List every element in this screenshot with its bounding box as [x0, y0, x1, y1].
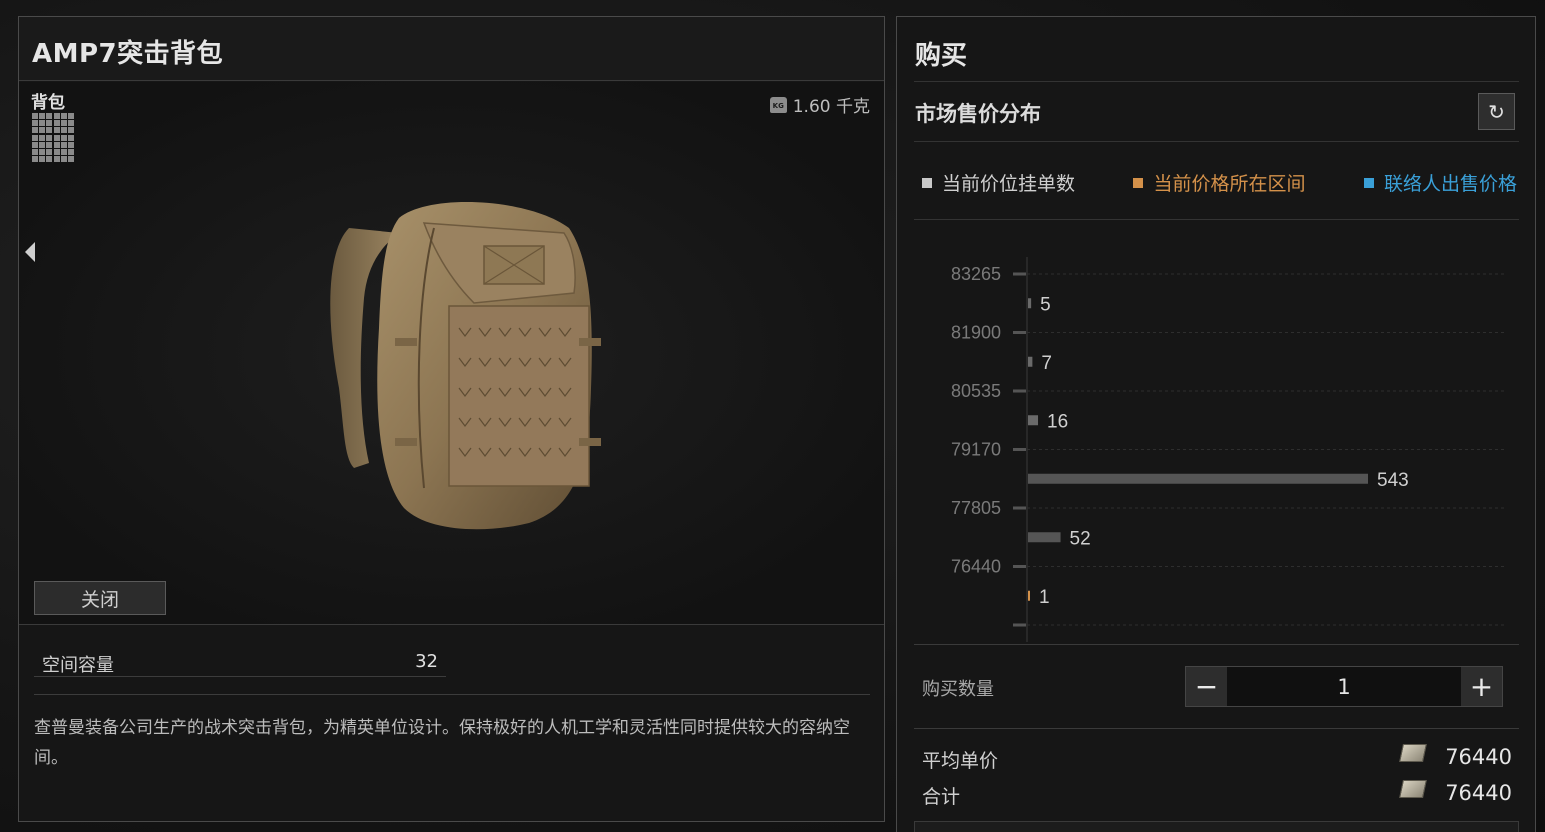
legend-item-contact-price: 联络人出售价格: [1363, 169, 1517, 196]
bar: [1028, 356, 1033, 367]
currency-icon: [1399, 780, 1433, 806]
item-title-bar: AMP7突击背包: [19, 17, 884, 81]
item-weight: KG 1.60 千克: [769, 92, 870, 117]
tick-label: 77805: [951, 498, 1001, 518]
item-preview: 背包 KG 1.60 千克 关闭: [19, 82, 884, 625]
total-price: 76440: [1399, 780, 1512, 806]
avg-price-value: 76440: [1445, 745, 1512, 769]
bar-value-label: 543: [1377, 470, 1409, 491]
bar: [1028, 415, 1039, 426]
refresh-button[interactable]: ↻: [1478, 93, 1515, 130]
close-button[interactable]: 关闭: [34, 581, 166, 615]
divider: [914, 644, 1519, 645]
capacity-value: 32: [415, 651, 438, 672]
quantity-label: 购买数量: [922, 679, 994, 700]
bar: [1028, 473, 1368, 484]
item-detail-panel: AMP7突击背包 背包 KG 1.60 千克 关闭 空间容量 32 查普曼装备公…: [18, 16, 885, 822]
inventory-grid-icon: [32, 113, 74, 163]
legend-swatch: [1363, 177, 1374, 188]
total-price-row: 合计 76440: [922, 780, 1512, 810]
bar-value-label: 5: [1040, 294, 1051, 315]
divider: [34, 694, 870, 695]
quantity-input[interactable]: 1: [1227, 667, 1461, 706]
bar: [1028, 590, 1030, 601]
currency-icon: [1399, 744, 1433, 770]
divider: [914, 219, 1519, 220]
legend-item-listings: 当前价位挂单数: [922, 169, 1075, 196]
tick-label: 81900: [951, 323, 1001, 343]
tick-label: 79170: [951, 440, 1001, 460]
legend-swatch: [1133, 177, 1144, 188]
buy-panel: 购买 市场售价分布 ↻ 当前价位挂单数 当前价格所在区间 联络人出售价格 832…: [896, 16, 1536, 832]
capacity-row: 空间容量 32: [34, 645, 446, 677]
tick-label: 76440: [951, 557, 1001, 577]
bar-value-label: 1: [1039, 587, 1050, 608]
legend-label: 联络人出售价格: [1383, 173, 1517, 195]
legend-item-current-range: 当前价格所在区间: [1133, 169, 1306, 196]
market-distribution-title: 市场售价分布: [915, 102, 1041, 126]
bar: [1028, 532, 1061, 543]
chart-legend: 当前价位挂单数 当前价格所在区间 联络人出售价格: [922, 169, 1517, 196]
weight-value: 1.60 千克: [792, 97, 870, 117]
divider: [914, 141, 1519, 142]
buy-title: 购买: [915, 41, 968, 71]
bar: [1028, 298, 1032, 309]
avg-price-row: 平均单价 76440: [922, 744, 1512, 774]
tick-label: 80535: [951, 381, 1001, 401]
buy-button-edge[interactable]: [914, 821, 1519, 832]
tick-label: 83265: [951, 264, 1001, 284]
quantity-stepper: − 1 +: [1185, 666, 1503, 707]
decrease-button[interactable]: −: [1186, 667, 1227, 706]
capacity-label: 空间容量: [42, 655, 114, 676]
price-distribution-chart: 83265 81900 80535 79170 77805 76440 5 7 16 543 52 1: [951, 257, 1505, 642]
backpack-image: [330, 201, 601, 530]
legend-label: 当前价格所在区间: [1153, 173, 1306, 195]
divider: [914, 81, 1519, 82]
bar-value-label: 16: [1047, 411, 1068, 432]
item-title: AMP7突击背包: [32, 39, 224, 69]
weight-icon: KG: [769, 96, 787, 113]
avg-price: 76440: [1399, 744, 1512, 770]
avg-price-label: 平均单价: [922, 750, 999, 772]
item-description: 查普曼装备公司生产的战术突击背包，为精英单位设计。保持极好的人机工学和灵活性同时…: [34, 718, 850, 768]
previous-arrow-icon[interactable]: [25, 242, 35, 262]
item-category: 背包: [31, 93, 65, 113]
total-label: 合计: [922, 786, 961, 808]
total-price-value: 76440: [1445, 781, 1512, 805]
bar-value-label: 7: [1041, 353, 1052, 374]
legend-label: 当前价位挂单数: [942, 173, 1076, 195]
bar-value-label: 52: [1070, 528, 1091, 549]
refresh-icon: ↻: [1488, 99, 1505, 124]
increase-button[interactable]: +: [1461, 667, 1502, 706]
divider: [914, 728, 1519, 729]
legend-swatch: [922, 177, 932, 188]
